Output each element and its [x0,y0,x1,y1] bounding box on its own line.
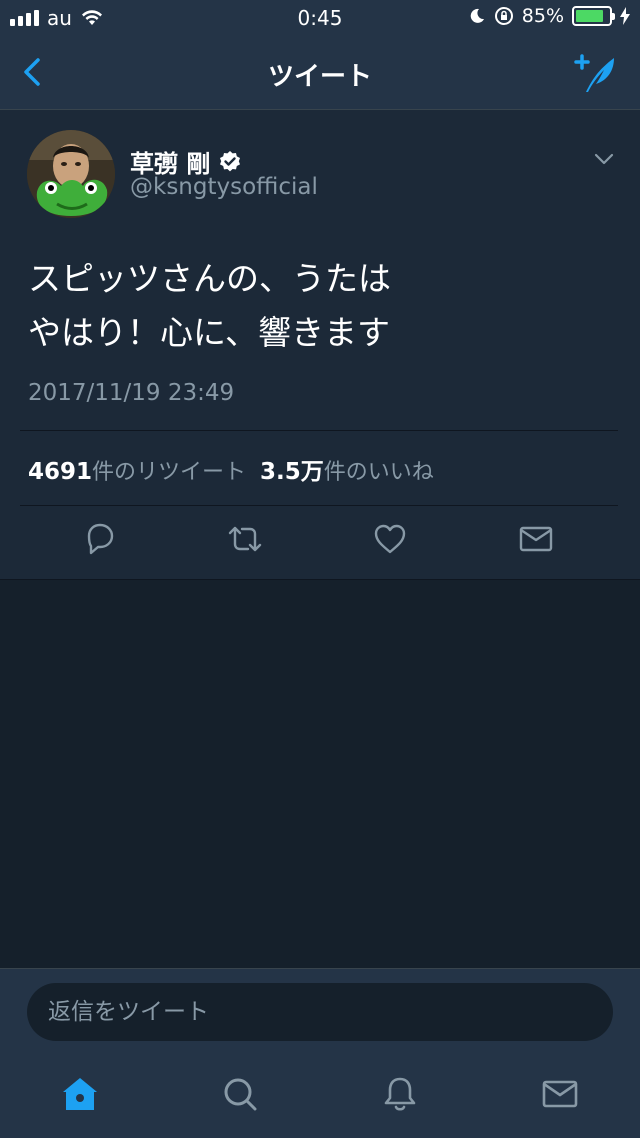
notifications-icon[interactable] [380,1074,420,1114]
engagement-stats: 4691件のリツイート 3.5万件のいいね [28,452,434,486]
reply-icon[interactable] [81,520,119,558]
page-title: ツイート [267,62,372,92]
battery-fill [576,10,604,22]
tweet-text-line-2: やはり！心に、響きます [28,313,391,352]
status-indicators: 85% [468,5,630,27]
like-count: 3.5万 [260,459,324,485]
retweet-label: 件のリツイート [92,460,247,485]
direct-message-icon[interactable] [517,520,555,558]
retweet-count: 4691 [28,459,93,485]
status-bar: au 0:45 85% [0,0,640,36]
like-stat[interactable]: 3.5万件のいいね [260,452,434,486]
divider [20,505,618,506]
moon-icon [470,8,484,23]
avatar[interactable] [27,130,115,218]
divider [20,430,618,431]
navigation-bar: ツイート [0,36,640,110]
tab-bar [0,1056,640,1138]
verified-badge-icon [220,150,241,171]
chevron-down-icon[interactable] [594,152,614,166]
reply-bar [0,968,640,1056]
tweet-timestamp: 2017/11/19 23:49 [28,380,235,406]
user-handle[interactable]: @ksngtysofficial [130,174,318,200]
home-icon[interactable] [60,1074,100,1114]
battery-icon [572,6,615,26]
like-label: 件のいいね [323,460,434,485]
search-icon[interactable] [220,1074,260,1114]
battery-percent: 85% [521,5,564,27]
retweet-stat[interactable]: 4691件のリツイート [28,454,246,486]
avatar-image [27,130,115,218]
messages-icon[interactable] [540,1074,580,1114]
tweet-actions [0,520,640,570]
charging-bolt-icon [620,7,630,25]
compose-tweet-icon[interactable] [572,50,618,96]
like-icon[interactable] [371,520,409,558]
tweet-text-line-1: スピッツさんの、うたは [28,259,391,298]
tweet-detail: 草彅 剛 @ksngtysofficial スピッツさんの、うたは やはり！心に… [0,110,640,580]
retweet-icon[interactable] [226,520,264,558]
reply-input[interactable] [27,983,613,1041]
rotation-lock-icon [494,7,513,25]
tweet-text: スピッツさんの、うたは やはり！心に、響きます [28,252,391,360]
